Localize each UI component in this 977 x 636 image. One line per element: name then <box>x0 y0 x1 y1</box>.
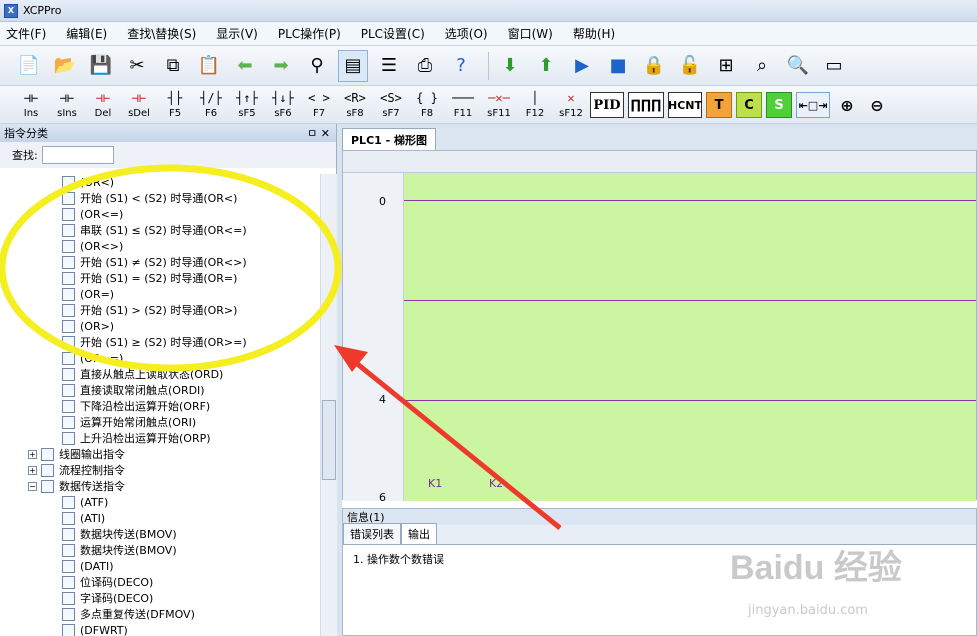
highlight-ellipse <box>0 164 342 372</box>
annotation-arrow <box>348 356 562 530</box>
annotation-overlay <box>0 164 562 530</box>
